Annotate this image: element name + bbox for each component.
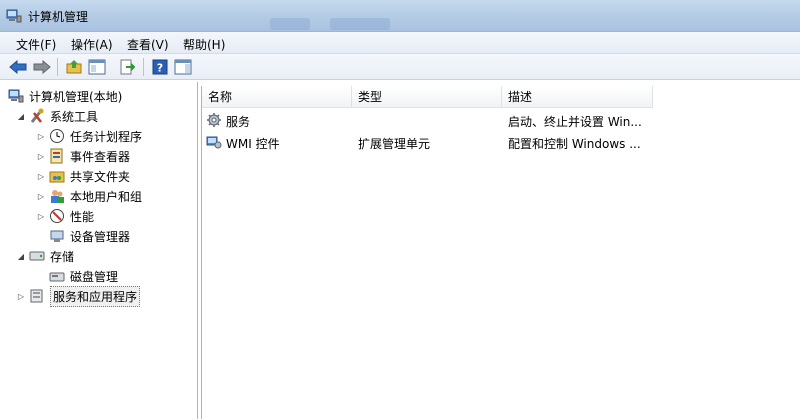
cell-name: 服务 <box>226 115 251 129</box>
menu-view[interactable]: 查看(V) <box>127 36 169 53</box>
toolbar-separator <box>57 58 58 76</box>
computer-management-icon <box>8 89 24 103</box>
menu-file[interactable]: 文件(F) <box>16 36 56 53</box>
tree-label: 计算机管理(本地) <box>29 89 123 104</box>
collapsed-triangle-icon[interactable]: ▷ <box>36 131 46 141</box>
tree-node-performance[interactable]: ▷ 性能 <box>36 206 94 226</box>
column-header-description[interactable]: 描述 <box>502 86 653 108</box>
tree-node-task-scheduler[interactable]: ▷ 任务计划程序 <box>36 126 142 146</box>
disk-icon <box>49 272 65 282</box>
tree-label: 共享文件夹 <box>70 169 131 184</box>
menu-help[interactable]: 帮助(H) <box>183 36 225 53</box>
column-header-name[interactable]: 名称 <box>202 86 352 108</box>
list-item-wmi-control[interactable]: WMI 控件 扩展管理单元 配置和控制 Windows ... <box>206 132 796 152</box>
up-folder-icon[interactable] <box>64 57 84 77</box>
computer-management-icon <box>6 9 22 23</box>
show-hide-tree-icon[interactable] <box>87 57 107 77</box>
tree-label: 性能 <box>70 209 95 224</box>
toolbar-separator <box>143 58 144 76</box>
tree-label: 设备管理器 <box>70 229 131 244</box>
collapsed-triangle-icon[interactable]: ▷ <box>36 191 46 201</box>
collapsed-triangle-icon[interactable]: ▷ <box>36 171 46 181</box>
users-icon <box>51 190 64 203</box>
toolbar: ? <box>0 54 800 80</box>
tree-node-local-users[interactable]: ▷ 本地用户和组 <box>36 186 142 206</box>
forward-arrow-icon[interactable] <box>32 57 52 77</box>
tree-label: 服务和应用程序 <box>50 285 141 307</box>
title-bar: 计算机管理 <box>0 0 800 32</box>
expanded-triangle-icon[interactable]: ◢ <box>16 251 26 261</box>
svg-text:?: ? <box>157 62 163 75</box>
gear-icon <box>207 113 221 127</box>
navigation-tree[interactable]: 计算机管理(本地) ◢ 系统工具 ▷ 任务计划程序 ▷ 事件查看器 ▷ 共享文件… <box>0 82 198 419</box>
tree-label: 磁盘管理 <box>70 269 119 284</box>
title-glass-deco <box>270 18 310 30</box>
tree-node-disk-management[interactable]: 磁盘管理 <box>49 266 118 286</box>
title-glass-deco <box>330 18 390 30</box>
tree-node-system-tools[interactable]: ◢ 系统工具 <box>16 106 98 126</box>
export-list-icon[interactable] <box>117 57 137 77</box>
device-manager-icon <box>50 230 64 242</box>
menu-action[interactable]: 操作(A) <box>71 36 113 53</box>
cell-type: 扩展管理单元 <box>358 137 431 151</box>
column-header-type[interactable]: 类型 <box>352 86 502 108</box>
window-title: 计算机管理 <box>28 10 89 24</box>
collapsed-triangle-icon[interactable]: ▷ <box>16 291 26 301</box>
list-item-services[interactable]: 服务 启动、终止并设置 Win... <box>206 110 796 130</box>
tools-icon <box>30 108 44 123</box>
collapsed-triangle-icon[interactable]: ▷ <box>36 151 46 161</box>
tree-node-shared-folders[interactable]: ▷ 共享文件夹 <box>36 166 130 186</box>
tree-label: 本地用户和组 <box>70 189 143 204</box>
services-apps-icon <box>30 289 43 303</box>
event-log-icon <box>50 148 63 164</box>
tree-node-root[interactable]: 计算机管理(本地) <box>8 86 122 106</box>
details-list[interactable]: 名称 类型 描述 服务 启动、终止并设置 Win... WMI 控件 扩展管理单… <box>201 86 800 419</box>
help-icon[interactable]: ? <box>150 57 170 77</box>
tree-label: 事件查看器 <box>70 149 131 164</box>
tree-node-services-apps[interactable]: ▷ 服务和应用程序 <box>16 285 141 307</box>
tree-label: 存储 <box>50 249 75 264</box>
tree-node-device-manager[interactable]: 设备管理器 <box>49 226 130 246</box>
performance-icon <box>50 209 64 223</box>
expanded-triangle-icon[interactable]: ◢ <box>16 111 26 121</box>
collapsed-triangle-icon[interactable]: ▷ <box>36 211 46 221</box>
back-arrow-icon[interactable] <box>8 57 28 77</box>
tree-node-event-viewer[interactable]: ▷ 事件查看器 <box>36 146 130 166</box>
tree-label: 任务计划程序 <box>70 129 143 144</box>
storage-icon <box>29 251 45 261</box>
menu-bar: 文件(F) 操作(A) 查看(V) 帮助(H) <box>0 32 800 54</box>
cell-description: 启动、终止并设置 Win... <box>508 115 642 129</box>
action-pane-icon[interactable] <box>173 57 193 77</box>
tree-node-storage[interactable]: ◢ 存储 <box>16 246 74 266</box>
cell-description: 配置和控制 Windows ... <box>508 137 641 151</box>
tree-label: 系统工具 <box>50 109 99 124</box>
shared-folder-icon <box>49 171 65 183</box>
wmi-control-icon <box>206 136 222 149</box>
clock-icon <box>50 129 64 143</box>
cell-name: WMI 控件 <box>226 137 280 151</box>
